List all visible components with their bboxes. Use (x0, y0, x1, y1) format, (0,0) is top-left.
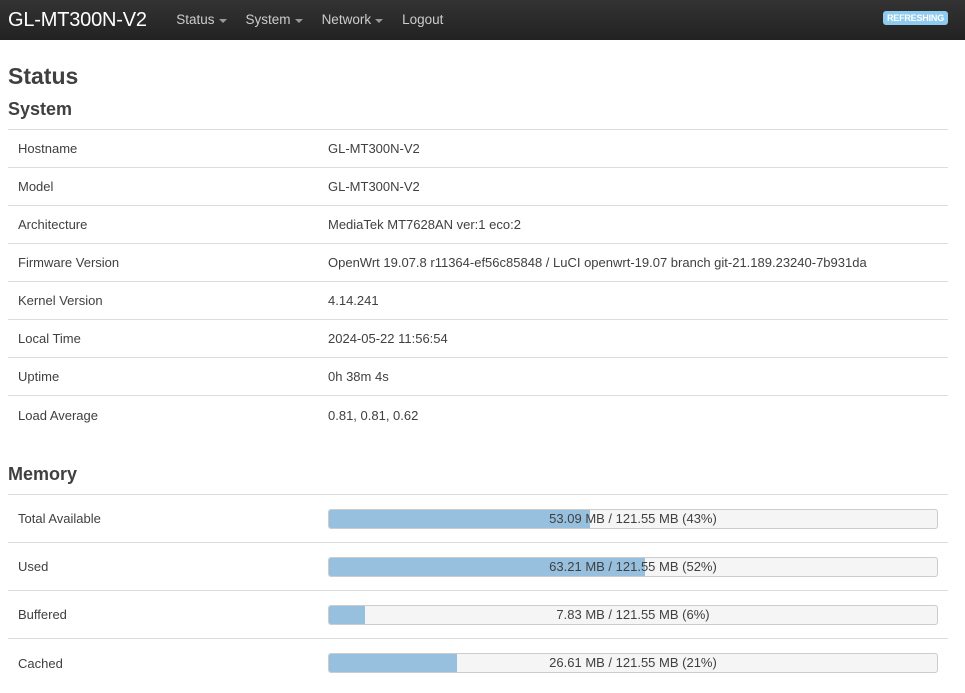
row-value-cell: 63.21 MB / 121.55 MB (52%) (328, 556, 948, 577)
progress-bar-cached: 26.61 MB / 121.55 MB (21%) (328, 653, 938, 673)
row-label-uptime: Uptime (18, 369, 60, 384)
table-row: Load Average 0.81, 0.81, 0.62 (8, 396, 948, 434)
table-row: Uptime 0h 38m 4s (8, 358, 948, 396)
nav-menu-network-label: Network (321, 12, 372, 27)
table-row: Total Available 53.09 MB / 121.55 MB (43… (8, 495, 948, 543)
row-label-firmware: Firmware Version (18, 255, 120, 270)
table-row: Architecture MediaTek MT7628AN ver:1 eco… (8, 206, 948, 244)
row-label-total-available: Total Available (18, 511, 101, 526)
row-value-model: GL-MT300N-V2 (328, 179, 420, 194)
row-value-local-time: 2024-05-22 11:56:54 (328, 331, 448, 346)
nav-menu-system[interactable]: System (236, 0, 312, 40)
table-row: Model GL-MT300N-V2 (8, 168, 948, 206)
memory-section-heading: Memory (8, 464, 78, 484)
row-value-uptime: 0h 38m 4s (328, 369, 389, 384)
nav-menu-status[interactable]: Status (167, 0, 236, 40)
row-value-cell: 53.09 MB / 121.55 MB (43%) (328, 508, 948, 529)
row-label-kernel: Kernel Version (18, 293, 103, 308)
main-content: Status System Hostname GL-MT300N-V2 Mode… (0, 64, 965, 687)
progress-bar-buffered: 7.83 MB / 121.55 MB (6%) (328, 604, 938, 625)
nav-menu-system-label: System (245, 12, 291, 27)
progress-text: 53.09 MB / 121.55 MB (43%) (549, 510, 717, 526)
row-value-cell: 26.61 MB / 121.55 MB (21%) (328, 653, 948, 673)
row-value-architecture: MediaTek MT7628AN ver:1 eco:2 (328, 217, 521, 232)
table-row: Kernel Version 4.14.241 (8, 282, 948, 320)
nav-menu-logout-label: Logout (402, 12, 444, 27)
row-value-load-average: 0.81, 0.81, 0.62 (328, 407, 419, 423)
memory-table: Total Available 53.09 MB / 121.55 MB (43… (8, 494, 948, 687)
row-label-cached: Cached (18, 655, 63, 671)
nav-menu-logout[interactable]: Logout (393, 0, 453, 40)
progress-bar-used: 63.21 MB / 121.55 MB (52%) (328, 556, 938, 577)
refreshing-badge[interactable]: REFRESHING (882, 11, 948, 25)
table-row: Local Time 2024-05-22 11:56:54 (8, 320, 948, 358)
table-row: Used 63.21 MB / 121.55 MB (52%) (8, 543, 948, 591)
table-row: Hostname GL-MT300N-V2 (8, 130, 948, 168)
progress-bar-total-available: 53.09 MB / 121.55 MB (43%) (328, 508, 938, 529)
caret-down-icon (218, 19, 227, 23)
row-value-hostname: GL-MT300N-V2 (328, 141, 420, 156)
progress-text: 63.21 MB / 121.55 MB (52%) (549, 558, 717, 574)
caret-down-icon (375, 19, 384, 23)
row-label-load-average: Load Average (18, 407, 98, 423)
row-label-local-time: Local Time (18, 331, 81, 346)
row-label-used: Used (18, 559, 49, 574)
progress-text: 26.61 MB / 121.55 MB (21%) (549, 655, 717, 670)
caret-down-icon (294, 19, 303, 23)
top-navbar: GL-MT300N-V2 Status System Network Logou… (0, 0, 965, 40)
nav-menu-status-label: Status (176, 12, 215, 27)
brand-title[interactable]: GL-MT300N-V2 (0, 0, 167, 40)
row-label-architecture: Architecture (18, 217, 88, 232)
progress-text: 7.83 MB / 121.55 MB (6%) (556, 606, 710, 622)
row-label-buffered: Buffered (18, 607, 67, 622)
table-row: Firmware Version OpenWrt 19.07.8 r11364-… (8, 244, 948, 282)
system-table: Hostname GL-MT300N-V2 Model GL-MT300N-V2… (8, 129, 948, 434)
row-value-firmware: OpenWrt 19.07.8 r11364-ef56c85848 / LuCI… (328, 255, 867, 270)
nav-menu-network[interactable]: Network (312, 0, 393, 40)
table-row: Buffered 7.83 MB / 121.55 MB (6%) (8, 591, 948, 639)
system-section-heading: System (8, 99, 73, 119)
row-label-hostname: Hostname (18, 141, 78, 156)
table-row: Cached 26.61 MB / 121.55 MB (21%) (8, 639, 948, 687)
row-value-kernel: 4.14.241 (328, 293, 379, 308)
row-label-model: Model (18, 179, 54, 194)
row-value-cell: 7.83 MB / 121.55 MB (6%) (328, 604, 948, 625)
page-title: Status (8, 63, 79, 89)
